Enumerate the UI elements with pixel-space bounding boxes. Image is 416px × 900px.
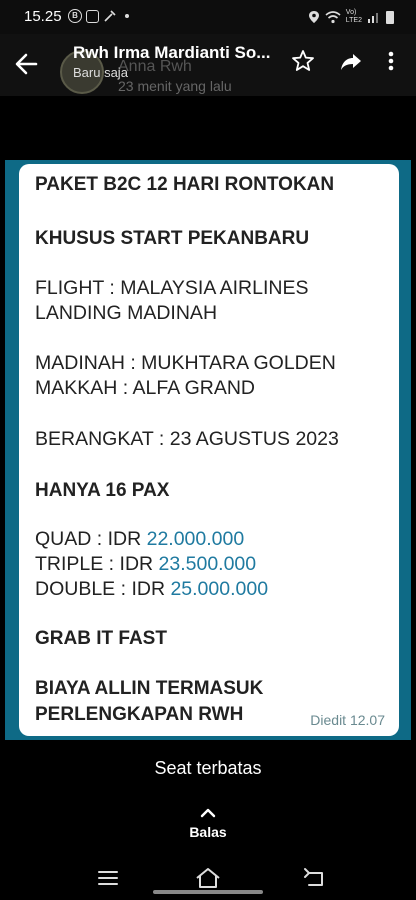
allin-line-2: PERLENGKAPAN RWH	[35, 704, 244, 725]
battery-icon	[386, 10, 394, 24]
reply-button[interactable]: Balas	[0, 824, 416, 840]
b-badge-icon: B	[68, 9, 82, 23]
notification-icons: B	[68, 9, 129, 23]
flight-line: FLIGHT : MALAYSIA AIRLINES	[35, 277, 309, 299]
price-quad: QUAD : IDR 22.000.000	[35, 528, 245, 550]
price-double: DOUBLE : IDR 25.000.000	[35, 578, 269, 600]
pax-limit: HANYA 16 PAX	[35, 480, 170, 501]
allin-line-1: BIAYA ALLIN TERMASUK	[35, 678, 264, 699]
makkah-hotel: MAKKAH : ALFA GRAND	[35, 377, 255, 399]
back-arrow-icon[interactable]	[8, 44, 48, 84]
instagram-icon	[86, 9, 99, 23]
previous-status-time: 23 menit yang lalu	[118, 78, 232, 94]
landing-line: LANDING MADINAH	[35, 302, 218, 324]
status-card: PAKET B2C 12 HARI RONTOKAN KHUSUS START …	[19, 164, 399, 736]
wifi-icon	[325, 10, 341, 23]
network-type: Vo) LTE2	[345, 9, 362, 24]
back-nav-icon[interactable]	[300, 866, 328, 890]
status-bar: 15.25 B Vo) LTE2	[0, 0, 416, 34]
status-image: PAKET B2C 12 HARI RONTOKAN KHUSUS START …	[5, 160, 411, 740]
system-icons: Vo) LTE2	[308, 9, 394, 25]
departure-date: BERANGKAT : 23 AGUSTUS 2023	[35, 428, 339, 450]
share-icon[interactable]	[336, 46, 366, 76]
more-vert-icon[interactable]	[376, 46, 406, 76]
status-time: 15.25	[24, 8, 62, 25]
status-time-label: Baru saja	[73, 65, 128, 80]
chevron-up-icon[interactable]	[198, 806, 218, 820]
package-title: PAKET B2C 12 HARI RONTOKAN	[35, 174, 335, 195]
more-notifications-dot	[125, 14, 129, 18]
tools-icon	[104, 10, 116, 22]
status-caption: Seat terbatas	[154, 758, 262, 778]
recents-icon[interactable]	[94, 866, 122, 890]
contact-name[interactable]: Rwh Irma Mardianti So...	[73, 43, 278, 63]
star-icon[interactable]	[288, 46, 318, 76]
grab-it-fast: GRAB IT FAST	[35, 628, 167, 649]
home-icon[interactable]	[194, 866, 222, 890]
gesture-bar[interactable]	[153, 890, 263, 894]
location-icon	[308, 11, 319, 23]
madinah-hotel: MADINAH : MUKHTARA GOLDEN	[35, 352, 336, 374]
departure-city: KHUSUS START PEKANBARU	[35, 228, 310, 249]
price-triple: TRIPLE : IDR 23.500.000	[35, 553, 257, 575]
signal-icon	[368, 13, 378, 23]
edited-label: Diedit 12.07	[310, 712, 385, 728]
